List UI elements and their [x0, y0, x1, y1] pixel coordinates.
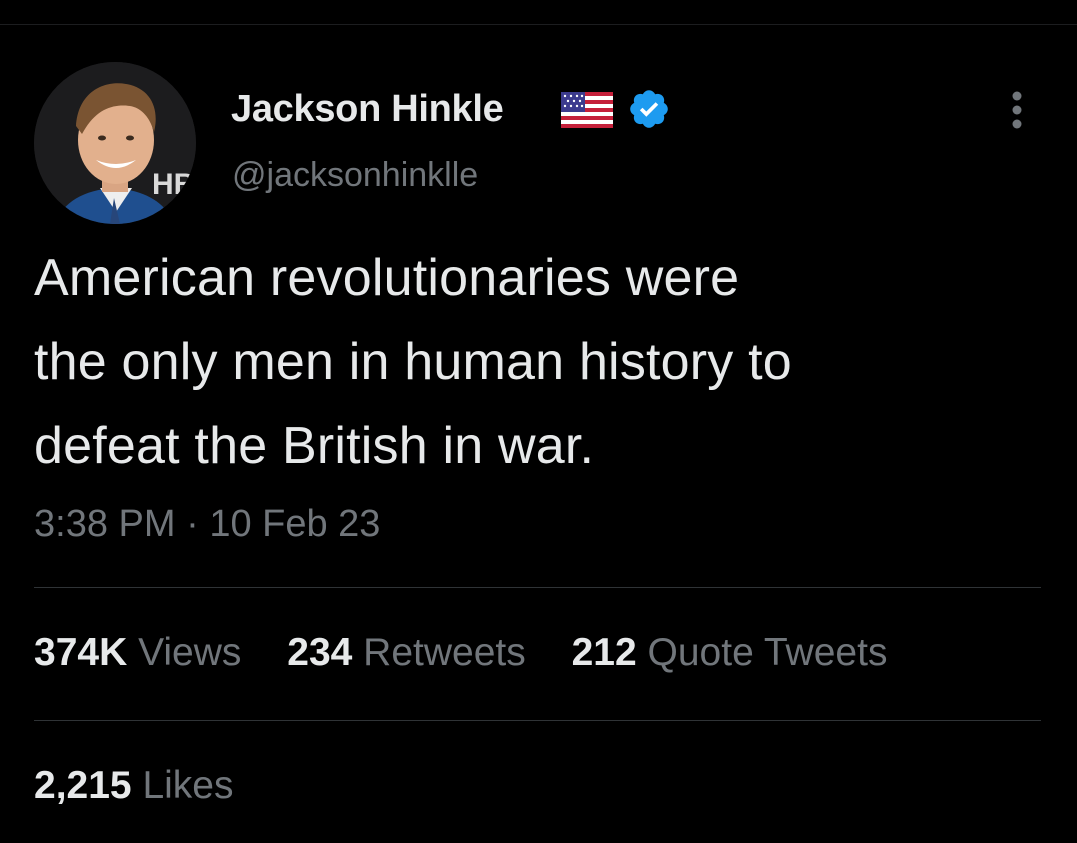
- tweet-time[interactable]: 3:38 PM: [34, 503, 176, 545]
- more-options-icon[interactable]: [1006, 89, 1028, 136]
- views-label: Views: [138, 631, 242, 674]
- views-stat[interactable]: 374K Views: [34, 631, 241, 675]
- tweet-date[interactable]: 10 Feb 23: [209, 503, 380, 545]
- quote-tweets-stat[interactable]: 212 Quote Tweets: [572, 631, 888, 675]
- author-display-name[interactable]: Jackson Hinkle: [231, 88, 504, 131]
- quote-tweets-count: 212: [571, 631, 637, 674]
- author-handle[interactable]: @jacksonhinklle: [232, 156, 478, 195]
- avatar[interactable]: HB: [34, 62, 196, 224]
- retweets-count: 234: [287, 631, 353, 674]
- tweet-timestamp[interactable]: 3:38 PM · 10 Feb 23: [34, 503, 380, 546]
- avatar-photo: HB: [34, 62, 196, 224]
- verified-badge-icon[interactable]: [627, 87, 671, 136]
- tweet-text-line: the only men in human history to: [34, 333, 792, 391]
- us-flag-icon: [561, 92, 613, 133]
- retweets-label: Retweets: [363, 631, 526, 674]
- likes-label: Likes: [142, 764, 234, 807]
- engagement-stats: 374K Views 234 Retweets 212 Quote Tweets: [34, 631, 922, 675]
- views-count: 374K: [34, 631, 128, 674]
- retweets-stat[interactable]: 234 Retweets: [287, 631, 526, 675]
- quote-tweets-label: Quote Tweets: [647, 631, 888, 674]
- top-divider: [0, 24, 1077, 25]
- tweet-text-line: defeat the British in war.: [34, 417, 595, 475]
- svg-text:HB: HB: [152, 168, 195, 201]
- tweet-text-line: American revolutionaries were: [34, 249, 740, 307]
- timestamp-separator: ·: [186, 503, 199, 545]
- divider: [34, 720, 1041, 721]
- likes-count: 2,215: [34, 764, 132, 807]
- tweet-text: American revolutionaries were the only m…: [34, 236, 1044, 488]
- likes-stat[interactable]: 2,215 Likes: [34, 764, 234, 808]
- divider: [34, 587, 1041, 588]
